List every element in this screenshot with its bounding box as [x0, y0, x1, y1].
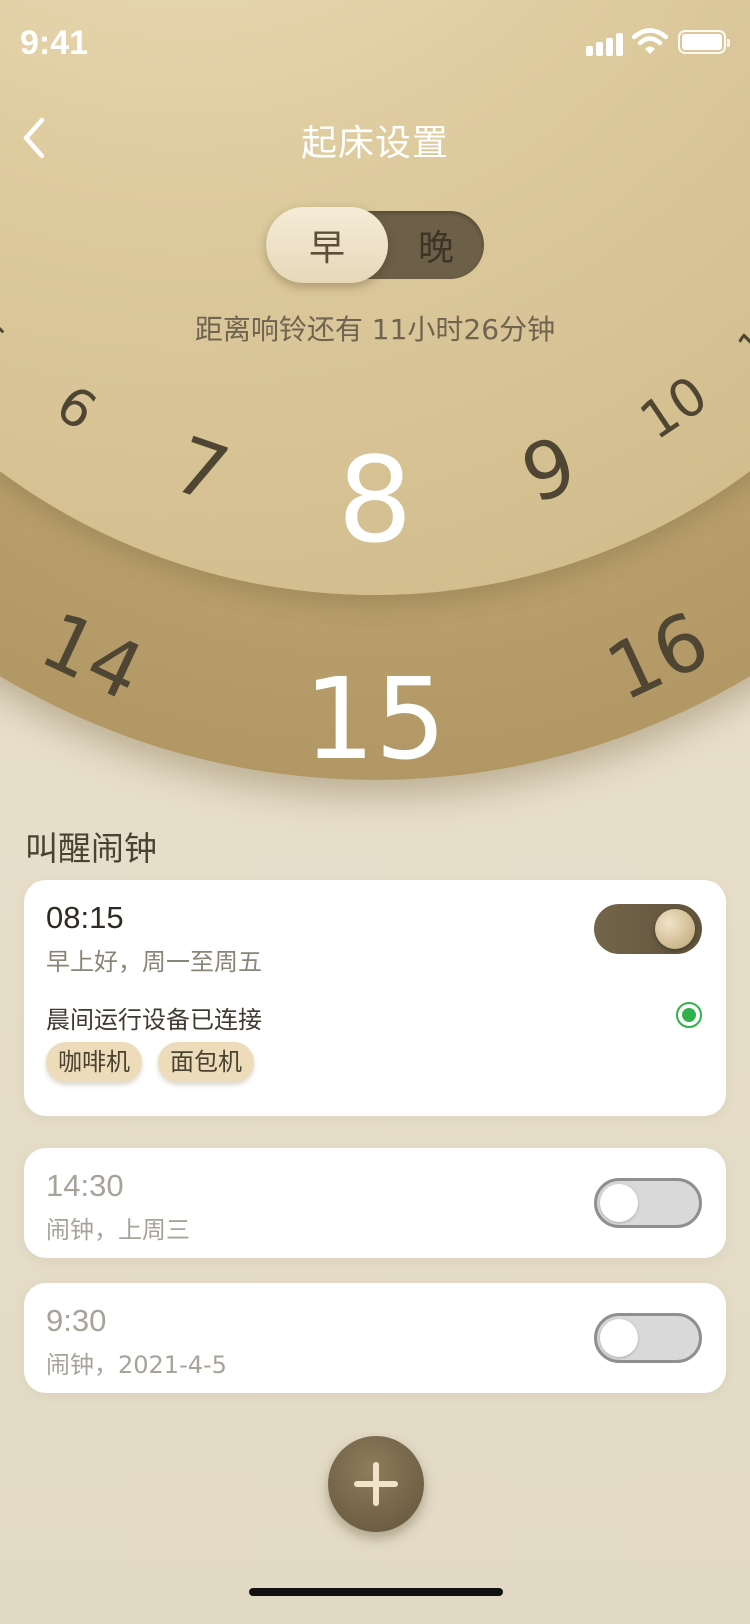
hour-label[interactable]: 6	[45, 374, 106, 442]
alarm-time: 9:30	[46, 1303, 107, 1338]
status-bar: 9:41	[0, 0, 750, 88]
mode-morning-button[interactable]: 早	[266, 207, 388, 283]
device-chip[interactable]: 咖啡机	[46, 1042, 142, 1082]
page-title: 起床设置	[300, 123, 449, 164]
section-title: 叫醒闹钟	[25, 829, 157, 868]
plus-icon	[354, 1462, 398, 1506]
home-indicator	[249, 1588, 503, 1596]
alarm-time: 14:30	[46, 1168, 124, 1203]
hour-dial[interactable]: 5 6 7 8 9 10 11	[0, 0, 750, 595]
add-alarm-button[interactable]	[328, 1436, 424, 1532]
battery-icon	[678, 30, 730, 54]
app-screen: 12 13 14 15 16 17 18 5 6 7 8 9 10 11 9:4…	[0, 0, 750, 1624]
wifi-icon	[632, 28, 668, 54]
countdown-text: 距离响铃还有 11小时26分钟	[194, 313, 556, 346]
alarm-subtitle: 闹钟，上周三	[46, 1216, 190, 1244]
alarm-subtitle: 闹钟，2021-4-5	[46, 1351, 227, 1379]
signal-icon	[586, 30, 626, 56]
minute-label-selected[interactable]: 15	[304, 664, 447, 776]
minute-label[interactable]: 16	[594, 595, 722, 719]
alarm-time: 08:15	[46, 900, 124, 935]
device-status: 晨间运行设备已连接	[46, 1006, 262, 1034]
hour-label-selected[interactable]: 8	[337, 441, 412, 559]
alarm-card[interactable]: 9:30 闹钟，2021-4-5	[24, 1283, 726, 1393]
hour-label[interactable]: 10	[630, 365, 718, 452]
alarm-toggle[interactable]	[594, 1178, 702, 1228]
alarm-card[interactable]: 08:15 早上好，周一至周五 晨间运行设备已连接 咖啡机 面包机	[24, 880, 726, 1116]
alarm-card[interactable]: 14:30 闹钟，上周三	[24, 1148, 726, 1258]
alarm-toggle[interactable]	[594, 1313, 702, 1363]
device-chip[interactable]: 面包机	[158, 1042, 254, 1082]
status-time: 9:41	[20, 24, 89, 62]
toggle-knob	[600, 1184, 638, 1222]
mode-switch[interactable]: 早 晚	[266, 207, 484, 283]
mode-evening-button[interactable]: 晚	[388, 211, 484, 279]
hour-label[interactable]: 7	[163, 420, 239, 521]
toggle-knob	[600, 1319, 638, 1357]
connected-status-icon	[676, 1002, 702, 1028]
hour-label[interactable]: 9	[511, 420, 587, 521]
minute-label[interactable]: 14	[28, 595, 156, 719]
alarm-toggle[interactable]	[594, 904, 702, 954]
toggle-knob	[655, 909, 695, 949]
alarm-subtitle: 早上好，周一至周五	[46, 948, 262, 976]
